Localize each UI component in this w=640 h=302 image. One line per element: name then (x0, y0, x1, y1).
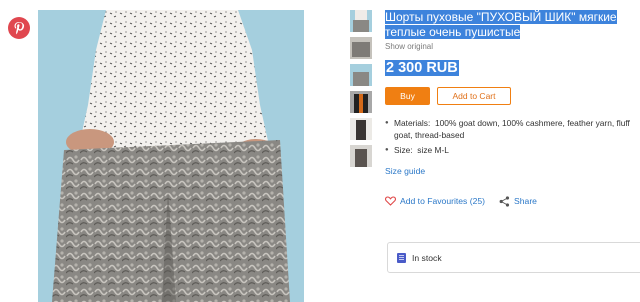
pinterest-button[interactable] (8, 17, 30, 39)
action-buttons: Buy Add to Cart (385, 87, 640, 105)
social-actions: Add to Favourites (25) Share (385, 195, 640, 207)
share-link[interactable]: Share (499, 195, 537, 207)
thumbnail[interactable] (350, 64, 372, 86)
thumbnail[interactable] (350, 10, 372, 32)
box-icon (397, 252, 406, 263)
stock-status: In stock (387, 242, 640, 273)
product-main-image[interactable] (38, 10, 304, 302)
thumbnail[interactable] (350, 37, 372, 59)
pinterest-icon (14, 22, 25, 35)
thumbnail[interactable] (350, 91, 372, 113)
size-guide-link[interactable]: Size guide (385, 166, 640, 176)
product-title: Шорты пуховые "ПУХОВЫЙ ШИК" мягкие теплы… (385, 10, 617, 39)
buy-button[interactable]: Buy (385, 87, 430, 105)
product-info: Шорты пуховые "ПУХОВЫЙ ШИК" мягкие теплы… (385, 10, 640, 207)
share-icon (499, 195, 510, 207)
add-to-favourites-link[interactable]: Add to Favourites (25) (385, 196, 485, 206)
product-page: Шорты пуховые "ПУХОВЫЙ ШИК" мягкие теплы… (0, 0, 640, 302)
thumbnail[interactable] (350, 118, 372, 140)
product-price: 2 300 RUB (385, 60, 459, 76)
spec-size: Size: size M-L (385, 145, 640, 157)
spec-materials: Materials: 100% goat down, 100% cashmere… (385, 118, 640, 141)
heart-icon (385, 196, 396, 206)
thumbnail[interactable] (350, 145, 372, 167)
add-to-cart-button[interactable]: Add to Cart (437, 87, 511, 105)
thumbnail-list (350, 10, 376, 172)
show-original-link[interactable]: Show original (385, 42, 640, 51)
product-specs: Materials: 100% goat down, 100% cashmere… (385, 118, 640, 157)
